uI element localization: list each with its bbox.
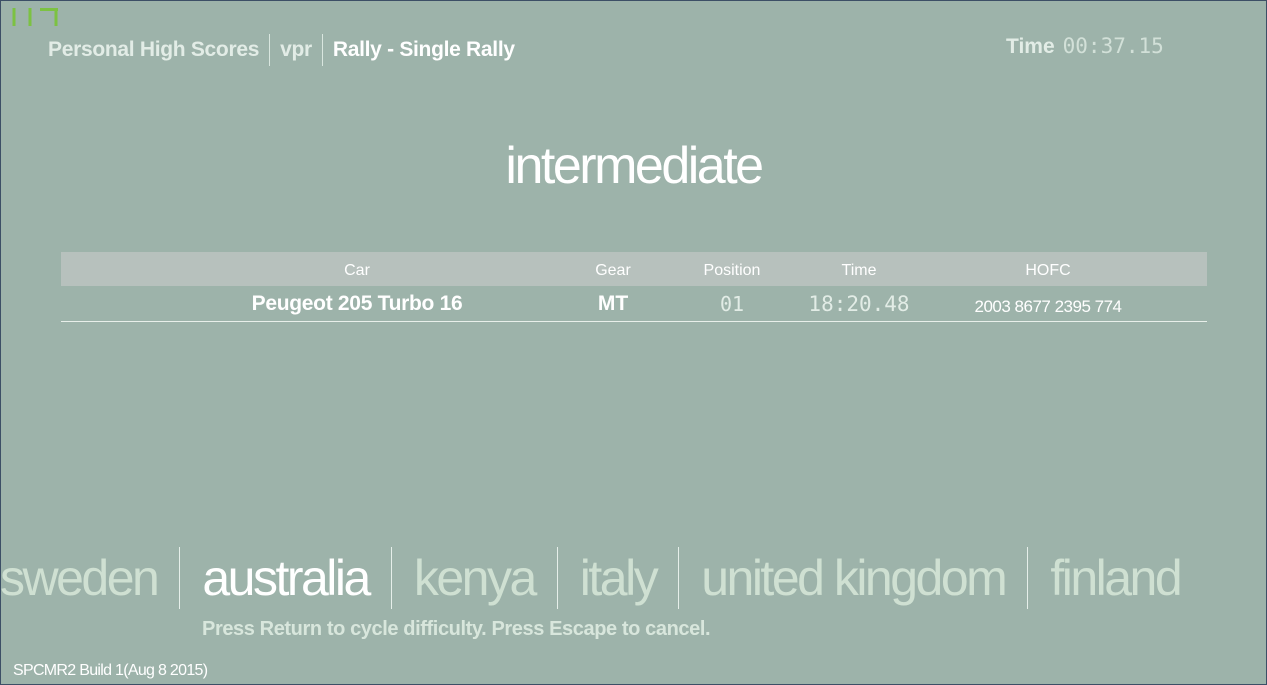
table-header: Car Gear Position Time HOFC <box>61 252 1207 286</box>
breadcrumb-player-name: vpr <box>269 34 322 66</box>
cell-car: Peugeot 205 Turbo 16 <box>251 291 463 315</box>
breadcrumb-event: Rally - Single Rally <box>321 34 525 66</box>
region-item-kenya[interactable]: kenya <box>392 544 557 612</box>
region-item-australia[interactable]: australia <box>180 544 391 612</box>
high-scores-table: Car Gear Position Time HOFC Peugeot 205 … <box>61 252 1207 322</box>
cell-hofc: 2003 8677 2395 774 <box>974 296 1123 316</box>
controls-hint: Press Return to cycle difficulty. Press … <box>202 618 711 640</box>
column-header-time: Time <box>841 262 877 279</box>
column-header-position: Position <box>703 262 761 279</box>
game-logo-icon <box>12 8 58 26</box>
cell-position: 01 <box>719 291 745 316</box>
table-row: Peugeot 205 Turbo 16 MT 01 18:20.48 2003… <box>61 286 1207 322</box>
region-item-sweden[interactable]: sweden <box>0 544 179 612</box>
region-item-united-kingdom[interactable]: united kingdom <box>679 544 1027 612</box>
cell-gear: MT <box>597 291 629 315</box>
column-header-hofc: HOFC <box>1025 262 1071 279</box>
region-selector: sweden australia kenya italy united king… <box>0 544 1267 612</box>
cell-time: 18:20.48 <box>808 291 910 316</box>
region-strip: sweden australia kenya italy united king… <box>0 544 1202 612</box>
breadcrumb-personal-high-scores: Personal High Scores <box>48 38 260 61</box>
column-header-car: Car <box>344 262 370 279</box>
timer-value: 00:37.15 <box>1062 34 1164 58</box>
session-timer: Time 00:37.15 <box>1006 34 1164 59</box>
build-info: SPCMR2 Build 1(Aug 8 2015) <box>13 662 208 679</box>
timer-label: Time <box>1006 35 1055 58</box>
region-item-italy[interactable]: italy <box>558 544 678 612</box>
breadcrumb: Personal High Scores vpr Rally - Single … <box>48 34 525 66</box>
difficulty-title: intermediate <box>505 137 764 195</box>
region-item-finland[interactable]: finland <box>1028 544 1202 612</box>
column-header-gear: Gear <box>595 262 631 279</box>
